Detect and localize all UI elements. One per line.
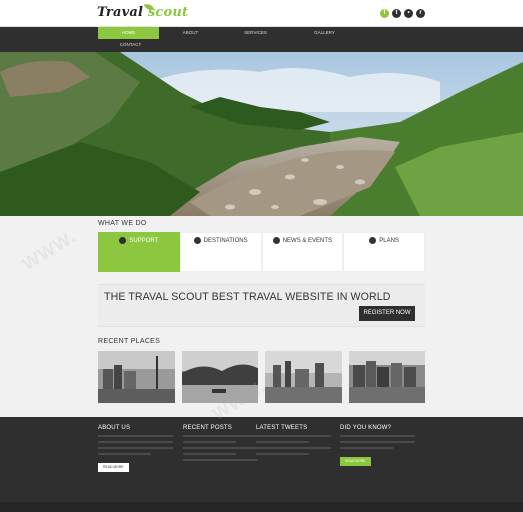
- page: Traval scout f t • r HOME ABOUT SERVICES GA…: [0, 0, 523, 512]
- nav-home[interactable]: HOME: [98, 27, 159, 39]
- service-news-label: NEWS & EVENTS: [282, 237, 333, 244]
- canal-houses-photo: [348, 351, 425, 403]
- clock-icon: [369, 237, 377, 244]
- footer-latest-tweets: LATEST TWEETS: [256, 425, 331, 455]
- footer-about-title: ABOUT US: [98, 425, 131, 431]
- footer-know-title: DID YOU KNOW?: [340, 425, 392, 431]
- facebook-icon[interactable]: f: [380, 9, 389, 18]
- nav-services[interactable]: SERVICES: [225, 27, 286, 39]
- recent-places-gallery: [98, 351, 425, 403]
- footer-posts-title: RECENT POSTS: [183, 425, 232, 431]
- site-logo[interactable]: Traval scout: [97, 5, 188, 20]
- header: Traval scout f t • r: [0, 0, 523, 27]
- service-plans[interactable]: PLANS: [343, 232, 425, 272]
- nav-gallery[interactable]: GALLERY: [294, 27, 355, 39]
- hero-image: [0, 52, 523, 216]
- twitter-icon[interactable]: t: [392, 9, 401, 18]
- place-thumbnail[interactable]: [98, 351, 175, 403]
- footer-recent-posts: RECENT POSTS: [183, 425, 258, 461]
- lake-park-photo: [181, 351, 258, 403]
- service-news-events[interactable]: NEWS & EVENTS: [261, 232, 344, 272]
- footer-about-read-more-button[interactable]: READ MORE: [98, 463, 129, 472]
- service-plans-label: PLANS: [379, 237, 399, 244]
- footer: ABOUT US READ MORE RECENT POSTS LATEST T…: [0, 417, 523, 512]
- city-skyline-photo: [265, 351, 342, 403]
- city-harbor-photo: [98, 351, 175, 403]
- place-thumbnail[interactable]: [265, 351, 342, 403]
- service-destinations-label: DESTINATIONS: [203, 237, 248, 244]
- footer-know-read-more-button[interactable]: READ MORE: [340, 457, 371, 466]
- main-nav: HOME ABOUT SERVICES GALLERY CONTACT: [0, 27, 523, 52]
- support-icon: [119, 237, 127, 244]
- copyright-bar: [0, 502, 523, 512]
- footer-tweets-title: LATEST TWEETS: [256, 425, 308, 431]
- service-support-label: SUPPORT: [129, 237, 159, 244]
- what-we-do-title: WHAT WE DO: [98, 220, 147, 227]
- footer-about: ABOUT US READ MORE: [98, 425, 173, 473]
- watermark: WWW.: [18, 225, 80, 275]
- nav-about[interactable]: ABOUT: [160, 27, 221, 39]
- service-support[interactable]: SUPPORT: [98, 232, 180, 272]
- promo-banner: THE TRAVAL SCOUT BEST TRAVAL WEBSITE IN …: [98, 284, 425, 327]
- footer-did-you-know: DID YOU KNOW? READ MORE: [340, 425, 415, 467]
- coffee-icon: [272, 237, 280, 244]
- river-landscape-image: [0, 52, 523, 216]
- logo-main: Traval: [97, 5, 144, 20]
- social-links: f t • r: [380, 9, 425, 18]
- recent-places-title: RECENT PLACES: [98, 338, 161, 345]
- nav-contact[interactable]: CONTACT: [100, 39, 161, 51]
- logo-accent: scout: [147, 5, 189, 20]
- place-thumbnail[interactable]: [181, 351, 258, 403]
- banner-title: THE TRAVAL SCOUT BEST TRAVAL WEBSITE IN …: [104, 291, 391, 303]
- service-destinations[interactable]: DESTINATIONS: [179, 232, 262, 272]
- place-thumbnail[interactable]: [348, 351, 425, 403]
- register-now-button[interactable]: REGISTER NOW: [359, 306, 415, 321]
- rss-icon[interactable]: r: [416, 9, 425, 18]
- services-row: SUPPORT DESTINATIONS NEWS & EVENTS PLANS: [98, 232, 425, 272]
- flickr-icon[interactable]: •: [404, 9, 413, 18]
- globe-icon: [193, 237, 201, 244]
